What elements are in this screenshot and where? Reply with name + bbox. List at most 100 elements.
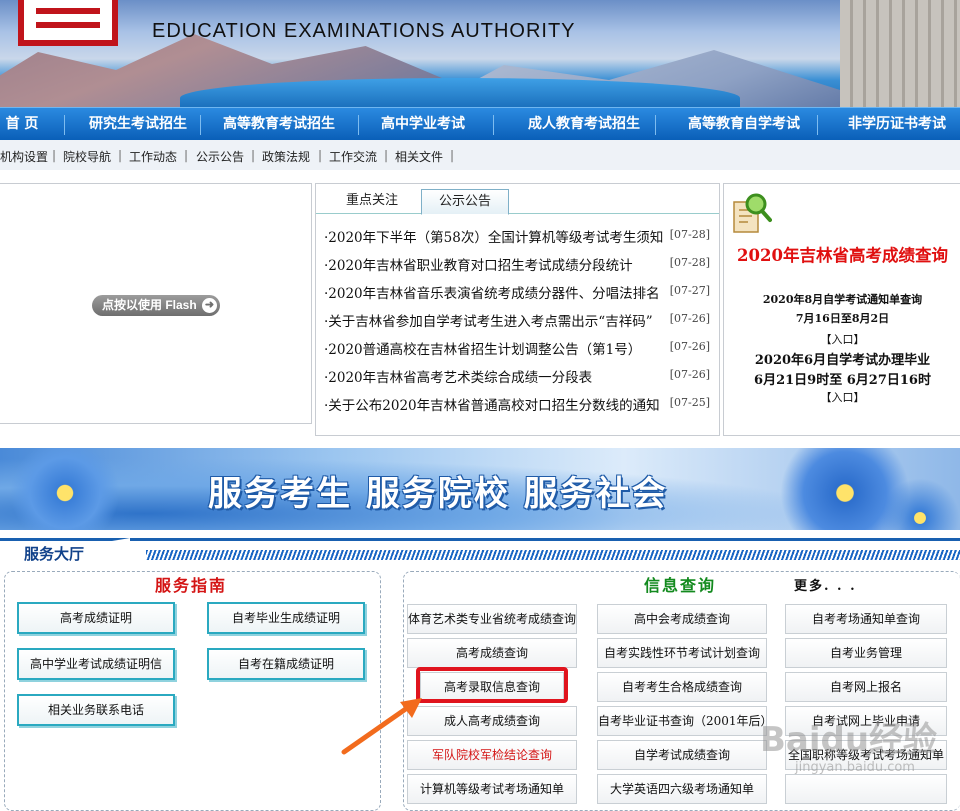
subnav-item-notices[interactable]: 公示公告 — [196, 148, 244, 165]
query-button-gaokao-score[interactable]: 高考成绩查询 — [407, 638, 577, 668]
nav-separator — [64, 115, 65, 135]
news-title: ·关于公布2020年吉林省普通高校对口招生分数线的通知 — [324, 398, 660, 414]
nav-separator — [200, 115, 201, 135]
subnav-item-policy[interactable]: 政策法规 — [262, 148, 310, 165]
news-date: [07-26] — [669, 368, 710, 381]
subnav-item-news[interactable]: 工作动态 — [129, 148, 177, 165]
more-link[interactable]: 更多. . . — [794, 575, 857, 594]
query-button-admission-info[interactable]: 高考录取信息查询 — [420, 672, 564, 702]
news-date: [07-28] — [669, 256, 710, 269]
query-button-business-mgmt[interactable]: 自考业务管理 — [785, 638, 947, 668]
news-title: ·关于吉林省参加自学考试考生进入考点需出示“吉祥码” — [324, 314, 653, 330]
query-button-huikao-score[interactable]: 高中会考成绩查询 — [597, 604, 767, 634]
flower-graphic — [10, 448, 120, 530]
subnav-item-exchange[interactable]: 工作交流 — [329, 148, 377, 165]
news-item[interactable]: ·2020年吉林省职业教育对口招生考试成绩分段统计 [07-28] — [324, 254, 714, 274]
news-item[interactable]: ·2020普通高校在吉林省招生计划调整公告（第1号） [07-26] — [324, 338, 714, 358]
query-button-online-register[interactable]: 自考网上报名 — [785, 672, 947, 702]
news-item[interactable]: ·2020年吉林省音乐表演省统考成绩分器件、分唱法排名 [07-27] — [324, 282, 714, 302]
nav-item-higher-ed[interactable]: 高等教育考试招生 — [212, 108, 346, 141]
graduation-text: 2020年6月自学考试办理毕业 — [754, 353, 931, 368]
query-button-military-check[interactable]: 军队院校军检结论查询 — [407, 740, 577, 770]
score-query-title[interactable]: 2020年吉林省高考成绩查询 — [724, 242, 960, 266]
subnav-separator: | — [52, 148, 57, 162]
news-title: ·2020年吉林省职业教育对口招生考试成绩分段统计 — [324, 258, 633, 274]
main-nav: 首 页 研究生考试招生 高等教育考试招生 高中学业考试 成人教育考试招生 高等教… — [0, 107, 960, 140]
magnifier-document-icon — [733, 193, 772, 233]
query-button-sports-arts[interactable]: 体育艺术类专业省统考成绩查询 — [407, 604, 577, 634]
nav-item-self-study[interactable]: 高等教育自学考试 — [672, 108, 816, 141]
notice-query-text: 2020年8月自学考试通知单查询 — [762, 293, 923, 306]
sub-nav: 机构设置 | 院校导航 | 工作动态 | 公示公告 | 政策法规 | 工作交流 … — [0, 140, 960, 170]
news-item[interactable]: ·关于吉林省参加自学考试考生进入考点需出示“吉祥码” [07-26] — [324, 310, 714, 330]
nav-item-home[interactable]: 首 页 — [0, 108, 44, 141]
query-button-selfstudy-score[interactable]: 自学考试成绩查询 — [597, 740, 767, 770]
news-date: [07-26] — [669, 340, 710, 353]
gaokao-score-cert-button[interactable]: 高考成绩证明 — [17, 602, 175, 634]
nav-item-certificate[interactable]: 非学历证书考试 — [834, 108, 960, 141]
subnav-separator: | — [251, 148, 256, 162]
subnav-item-organization[interactable]: 机构设置 — [0, 148, 48, 165]
graduation-dates: 6月21日9时至 6月27日16时 — [754, 373, 931, 388]
site-title: EDUCATION EXAMINATIONS AUTHORITY — [152, 20, 576, 42]
nav-item-graduate[interactable]: 研究生考试招生 — [78, 108, 198, 141]
subnav-separator: | — [184, 148, 189, 162]
query-button-exam-room-notice[interactable]: 自考考场通知单查询 — [785, 604, 947, 634]
news-item[interactable]: ·关于公布2020年吉林省普通高校对口招生分数线的通知 [07-25] — [324, 394, 714, 414]
subnav-separator: | — [384, 148, 389, 162]
query-button-computer-exam-notice[interactable]: 计算机等级考试考场通知单 — [407, 774, 577, 804]
slogan-banner: 服务考生 服务院校 服务社会 — [0, 448, 960, 530]
slogan-text: 服务考生 服务院校 服务社会 — [208, 474, 668, 514]
news-date: [07-25] — [669, 396, 710, 409]
query-button-graduation-apply[interactable]: 自考试网上毕业申请 — [785, 706, 947, 736]
query-button-adult-score[interactable]: 成人高考成绩查询 — [407, 706, 577, 736]
query-button-cet-notice[interactable]: 大学英语四六级考场通知单 — [597, 774, 767, 804]
score-query-panel: 2020年吉林省高考成绩查询 2020年8月自学考试通知单查询 7月16日至8月… — [723, 183, 960, 436]
news-title: ·2020年吉林省音乐表演省统考成绩分器件、分唱法排名 — [324, 286, 660, 302]
authority-logo[interactable] — [18, 0, 118, 46]
news-title: ·2020年下半年（第58次）全国计算机等级考试考生须知 — [324, 230, 664, 246]
highschool-score-cert-button[interactable]: 高中学业考试成绩证明信 — [17, 648, 175, 680]
subnav-separator: | — [318, 148, 323, 162]
subnav-item-school-nav[interactable]: 院校导航 — [63, 148, 111, 165]
query-button-graduation-cert[interactable]: 自考毕业证书查询（2001年后） — [597, 706, 773, 736]
subnav-item-documents[interactable]: 相关文件 — [395, 148, 443, 165]
nav-separator — [358, 115, 359, 135]
news-date: [07-28] — [669, 228, 710, 241]
service-guide-heading: 服务指南 — [155, 576, 228, 595]
service-hall-title: 服务大厅 — [24, 545, 85, 563]
nav-separator — [493, 115, 494, 135]
tab-notices[interactable]: 公示公告 — [421, 189, 509, 215]
news-date: [07-26] — [669, 312, 710, 325]
nav-separator — [655, 115, 656, 135]
nav-separator — [817, 115, 818, 135]
flash-placeholder: 点按以使用 Flash ➜ — [0, 183, 312, 424]
logo-bar — [36, 8, 100, 14]
info-query-heading: 信息查询 — [644, 576, 717, 595]
nav-item-adult-ed[interactable]: 成人教育考试招生 — [512, 108, 656, 141]
pointer-arrow-icon — [341, 698, 422, 755]
entry-link[interactable]: 【入口】 — [724, 389, 960, 405]
nav-item-high-school[interactable]: 高中学业考试 — [368, 108, 478, 141]
selfstudy-enrolled-cert-button[interactable]: 自考在籍成绩证明 — [207, 648, 365, 680]
query-button-pass-score[interactable]: 自考考生合格成绩查询 — [597, 672, 767, 702]
query-button-practice-plan[interactable]: 自考实践性环节考试计划查询 — [597, 638, 767, 668]
header-banner: EDUCATION EXAMINATIONS AUTHORITY — [0, 0, 960, 107]
enable-flash-button[interactable]: 点按以使用 Flash ➜ — [92, 295, 220, 316]
news-item[interactable]: ·2020年吉林省高考艺术类综合成绩一分段表 [07-26] — [324, 366, 714, 386]
news-panel: 重点关注 公示公告 ·2020年下半年（第58次）全国计算机等级考试考生须知 [… — [315, 183, 720, 436]
service-hall-header: 服务大厅 — [0, 538, 960, 566]
news-title: ·2020年吉林省高考艺术类综合成绩一分段表 — [324, 370, 593, 386]
query-button-title-exam-notice[interactable]: 全国职称等级考试考场通知单 — [785, 740, 947, 770]
query-button-empty[interactable] — [785, 774, 947, 804]
tab-focus[interactable]: 重点关注 — [332, 189, 412, 215]
logo-bar — [36, 22, 100, 28]
news-date: [07-27] — [669, 284, 710, 297]
notice-query-dates: 7月16日至8月2日 — [795, 312, 890, 325]
news-item[interactable]: ·2020年下半年（第58次）全国计算机等级考试考生须知 [07-28] — [324, 226, 714, 246]
building-graphic — [840, 0, 960, 107]
contact-phone-button[interactable]: 相关业务联系电话 — [17, 694, 175, 726]
selfstudy-graduate-cert-button[interactable]: 自考毕业生成绩证明 — [207, 602, 365, 634]
entry-link[interactable]: 【入口】 — [724, 331, 960, 347]
news-tabs: 重点关注 公示公告 — [316, 184, 719, 215]
